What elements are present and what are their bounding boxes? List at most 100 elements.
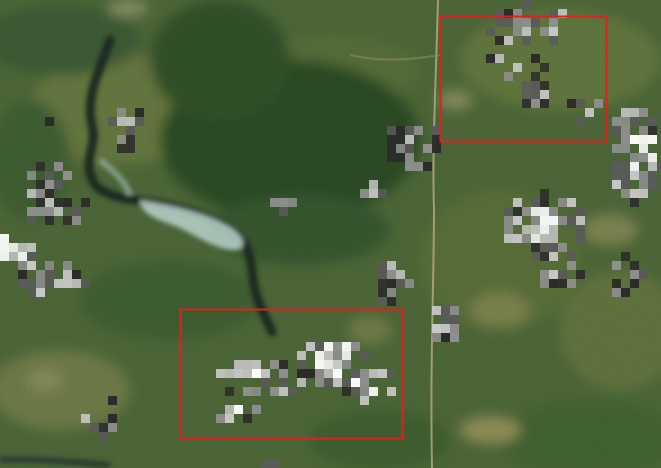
heatmap-cell bbox=[360, 387, 369, 396]
heatmap-cell bbox=[27, 216, 36, 225]
heatmap-cell bbox=[414, 162, 423, 171]
heatmap-cell bbox=[513, 234, 522, 243]
heatmap-cell bbox=[45, 216, 54, 225]
heatmap-cell bbox=[621, 189, 630, 198]
heatmap-cell bbox=[234, 405, 243, 414]
heatmap-cell bbox=[387, 279, 396, 288]
heatmap-cell bbox=[648, 135, 657, 144]
heatmap-cell bbox=[45, 198, 54, 207]
heatmap-cell bbox=[36, 288, 45, 297]
heatmap-cell bbox=[279, 378, 288, 387]
heatmap-cell bbox=[630, 108, 639, 117]
heatmap-cell bbox=[423, 144, 432, 153]
heatmap-cell bbox=[360, 189, 369, 198]
heatmap-cell bbox=[27, 288, 36, 297]
heatmap-cell bbox=[495, 54, 504, 63]
heatmap-cell bbox=[351, 369, 360, 378]
heatmap-cell bbox=[549, 18, 558, 27]
heatmap-cell bbox=[90, 423, 99, 432]
heatmap-cell bbox=[36, 270, 45, 279]
heatmap-cell bbox=[612, 144, 621, 153]
heatmap-cell bbox=[621, 117, 630, 126]
heatmap-cell bbox=[72, 270, 81, 279]
heatmap-cell bbox=[270, 459, 279, 468]
heatmap-cell bbox=[324, 369, 333, 378]
heatmap-cell bbox=[432, 306, 441, 315]
heatmap-cell bbox=[225, 369, 234, 378]
heatmap-cell bbox=[126, 126, 135, 135]
heatmap-cell bbox=[279, 369, 288, 378]
heatmap-cell bbox=[522, 27, 531, 36]
heatmap-cell bbox=[576, 216, 585, 225]
heatmap-cell bbox=[252, 369, 261, 378]
heatmap-cell bbox=[36, 180, 45, 189]
heatmap-cell bbox=[378, 297, 387, 306]
heatmap-cell bbox=[639, 189, 648, 198]
heatmap-cell bbox=[405, 153, 414, 162]
heatmap-cell bbox=[504, 234, 513, 243]
heatmap-cell bbox=[315, 360, 324, 369]
heatmap-cell bbox=[531, 216, 540, 225]
heatmap-cell bbox=[108, 423, 117, 432]
heatmap-cell bbox=[621, 135, 630, 144]
heatmap-cell bbox=[306, 369, 315, 378]
heatmap-cell bbox=[135, 117, 144, 126]
heatmap-cell bbox=[531, 18, 540, 27]
heatmap-cell bbox=[513, 27, 522, 36]
heatmap-cell bbox=[432, 144, 441, 153]
heatmap-cell bbox=[522, 234, 531, 243]
heatmap-cell bbox=[513, 207, 522, 216]
heatmap-cell bbox=[504, 216, 513, 225]
heatmap-cell bbox=[567, 216, 576, 225]
heatmap-cell bbox=[531, 207, 540, 216]
heatmap-cell bbox=[540, 63, 549, 72]
heatmap-cell bbox=[387, 387, 396, 396]
heatmap-cell bbox=[360, 369, 369, 378]
heatmap-cell bbox=[45, 270, 54, 279]
heatmap-cell bbox=[45, 279, 54, 288]
satellite-map[interactable] bbox=[0, 0, 661, 468]
heatmap-cell bbox=[108, 396, 117, 405]
heatmap-cell bbox=[36, 189, 45, 198]
heatmap-cell bbox=[540, 189, 549, 198]
heatmap-cell bbox=[117, 117, 126, 126]
heatmap-cell bbox=[126, 135, 135, 144]
heatmap-cell bbox=[126, 117, 135, 126]
heatmap-cell bbox=[621, 108, 630, 117]
heatmap-cell bbox=[270, 387, 279, 396]
heatmap-cell bbox=[378, 270, 387, 279]
heatmap-cell bbox=[396, 270, 405, 279]
heatmap-cell bbox=[81, 414, 90, 423]
heatmap-cell bbox=[540, 81, 549, 90]
heatmap-cell bbox=[297, 351, 306, 360]
heatmap-cell bbox=[45, 207, 54, 216]
heatmap-cell bbox=[54, 198, 63, 207]
heatmap-cell bbox=[360, 378, 369, 387]
heatmap-cell bbox=[243, 387, 252, 396]
heatmap-cell bbox=[252, 405, 261, 414]
heatmap-cell bbox=[540, 216, 549, 225]
heatmap-cell bbox=[72, 216, 81, 225]
heatmap-cell bbox=[81, 198, 90, 207]
heatmap-cell bbox=[405, 135, 414, 144]
heatmap-cell bbox=[342, 378, 351, 387]
heatmap-cell bbox=[567, 99, 576, 108]
heatmap-cell bbox=[630, 162, 639, 171]
heatmap-cell bbox=[531, 54, 540, 63]
heatmap-cell bbox=[126, 144, 135, 153]
heatmap-cell bbox=[504, 72, 513, 81]
heatmap-cell bbox=[36, 162, 45, 171]
heatmap-cell bbox=[648, 162, 657, 171]
heatmap-cell bbox=[234, 369, 243, 378]
heatmap-cell bbox=[324, 378, 333, 387]
heatmap-cell bbox=[576, 270, 585, 279]
heatmap-cell bbox=[369, 180, 378, 189]
heatmap-cell bbox=[630, 279, 639, 288]
heatmap-cell bbox=[594, 99, 603, 108]
heatmap-cell bbox=[315, 378, 324, 387]
heatmap-cell bbox=[324, 351, 333, 360]
heatmap-cell bbox=[486, 54, 495, 63]
heatmap-cell bbox=[378, 189, 387, 198]
heatmap-cell bbox=[279, 387, 288, 396]
heatmap-cell bbox=[558, 270, 567, 279]
